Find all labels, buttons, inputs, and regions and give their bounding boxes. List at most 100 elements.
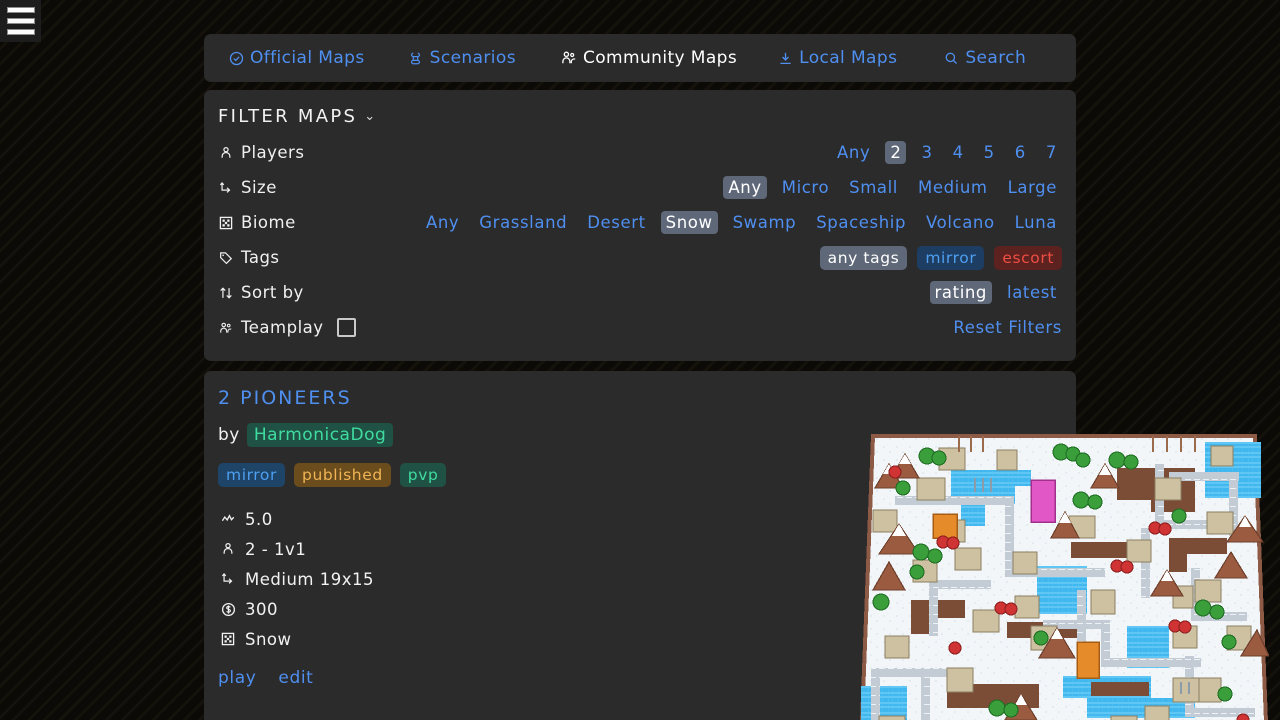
nav-item-label: Official Maps: [250, 48, 365, 68]
filter-row-sort-by: Sort by rating latest: [216, 275, 1062, 310]
size-option-any[interactable]: Any: [723, 176, 767, 199]
size-option-micro[interactable]: Micro: [777, 176, 834, 199]
map-author-name[interactable]: HarmonicaDog: [246, 423, 394, 447]
filter-label-text: Size: [241, 178, 277, 197]
filter-row-players: Players Any 2 3 4 5 6 7: [216, 135, 1062, 170]
map-card-actions: play edit: [218, 668, 656, 688]
tag-icon: [218, 250, 233, 265]
nav-item-label: Search: [965, 48, 1027, 68]
search-icon: [943, 50, 959, 66]
nav-item-label: Local Maps: [799, 48, 898, 68]
money-icon: [220, 601, 236, 617]
command-icon: [408, 50, 424, 66]
people-icon: [561, 50, 577, 66]
filter-options-biome: Any Grassland Desert Snow Swamp Spaceshi…: [421, 211, 1062, 234]
filter-label-tags: Tags: [216, 248, 280, 267]
filter-options-tags: any tags mirror escort: [819, 245, 1062, 270]
tag-filter-any-tags[interactable]: any tags: [819, 245, 908, 270]
map-stat-value: Snow: [245, 629, 292, 649]
main-menu-button[interactable]: [0, 0, 41, 42]
filter-label-text: Biome: [241, 213, 296, 232]
filter-label-biome: Biome: [216, 213, 296, 232]
play-button[interactable]: play: [218, 668, 256, 688]
map-tag-list: mirror published pvp: [218, 463, 656, 487]
filter-options-sort-by: rating latest: [929, 281, 1062, 304]
players-option-3[interactable]: 3: [916, 141, 937, 164]
filter-label-players: Players: [216, 143, 304, 162]
nav-item-search[interactable]: Search: [933, 44, 1036, 72]
filter-row-biome: Biome Any Grassland Desert Snow Swamp Sp…: [216, 205, 1062, 240]
map-stat-funds: 300: [218, 594, 656, 624]
map-title[interactable]: 2 PIONEERS: [218, 387, 352, 409]
players-option-any[interactable]: Any: [832, 141, 875, 164]
sort-option-rating[interactable]: rating: [929, 281, 993, 304]
biome-option-spaceship[interactable]: Spaceship: [811, 211, 911, 234]
main-navigation: Official Maps Scenarios Community Maps L…: [204, 34, 1076, 82]
grid-icon: [220, 631, 236, 647]
players-option-4[interactable]: 4: [948, 141, 969, 164]
players-option-6[interactable]: 6: [1010, 141, 1031, 164]
map-card-info: 2 PIONEERS by HarmonicaDog mirror publis…: [216, 385, 656, 717]
map-tag-mirror[interactable]: mirror: [218, 463, 285, 487]
map-thumbnail[interactable]: [855, 430, 1269, 720]
biome-option-swamp[interactable]: Swamp: [728, 211, 802, 234]
map-stat-value: 2 - 1v1: [245, 539, 307, 559]
people-icon: [218, 320, 233, 335]
chevron-down-icon: ⌄: [364, 109, 378, 124]
map-stat-value: 5.0: [245, 509, 273, 529]
filter-maps-header[interactable]: FILTER MAPS ⌄: [218, 106, 377, 127]
sort-option-latest[interactable]: latest: [1002, 281, 1062, 304]
map-stat-biome: Snow: [218, 624, 656, 654]
filter-label-text: Tags: [241, 248, 280, 267]
filter-row-tags: Tags any tags mirror escort: [216, 240, 1062, 275]
grid-icon: [218, 215, 233, 230]
reset-filters-button[interactable]: Reset Filters: [953, 318, 1062, 337]
players-option-2[interactable]: 2: [885, 141, 907, 164]
nav-item-label: Community Maps: [582, 48, 738, 68]
person-icon: [220, 541, 236, 557]
resize-icon: [220, 571, 236, 587]
edit-button[interactable]: edit: [278, 668, 313, 688]
filter-options-players: Any 2 3 4 5 6 7: [832, 141, 1062, 164]
hamburger-icon-bar: [6, 7, 35, 13]
sort-icon: [218, 285, 233, 300]
filter-label-size: Size: [216, 178, 277, 197]
teamplay-checkbox[interactable]: [336, 318, 356, 337]
map-tag-published[interactable]: published: [294, 463, 391, 487]
size-option-large[interactable]: Large: [1003, 176, 1062, 199]
hamburger-icon-bar: [6, 29, 35, 35]
biome-option-snow[interactable]: Snow: [660, 211, 718, 234]
filter-label-text: Players: [241, 143, 305, 162]
filter-options-size: Any Micro Small Medium Large: [723, 176, 1062, 199]
map-tag-pvp[interactable]: pvp: [399, 463, 447, 487]
nav-item-community-maps[interactable]: Community Maps: [551, 44, 747, 72]
nav-item-local-maps[interactable]: Local Maps: [767, 44, 907, 72]
biome-option-luna[interactable]: Luna: [1010, 211, 1062, 234]
nav-item-label: Scenarios: [429, 48, 516, 68]
map-stat-players: 2 - 1v1: [218, 534, 656, 564]
map-stat-value: 300: [245, 599, 278, 619]
filter-label-text: Teamplay: [241, 318, 324, 337]
nav-item-scenarios[interactable]: Scenarios: [398, 44, 526, 72]
players-option-5[interactable]: 5: [979, 141, 1000, 164]
nav-item-official-maps[interactable]: Official Maps: [218, 44, 375, 72]
map-author-row: by HarmonicaDog: [218, 423, 656, 447]
tag-filter-escort[interactable]: escort: [994, 245, 1062, 270]
tag-filter-mirror[interactable]: mirror: [917, 245, 985, 270]
filter-label-teamplay: Teamplay: [216, 318, 324, 337]
size-option-medium[interactable]: Medium: [913, 176, 993, 199]
filter-row-size: Size Any Micro Small Medium Large: [216, 170, 1062, 205]
biome-option-volcano[interactable]: Volcano: [921, 211, 1000, 234]
filter-label-sort-by: Sort by: [216, 283, 304, 302]
filter-row-teamplay: Teamplay Reset Filters: [216, 310, 1062, 345]
filter-reset-wrap: Reset Filters: [953, 318, 1062, 337]
biome-option-any[interactable]: Any: [421, 211, 464, 234]
hamburger-icon-bar: [6, 18, 35, 24]
biome-option-grassland[interactable]: Grassland: [474, 211, 572, 234]
page-content: Official Maps Scenarios Community Maps L…: [204, 34, 1269, 720]
size-option-small[interactable]: Small: [844, 176, 903, 199]
map-stat-size: Medium 19x15: [218, 564, 656, 594]
players-option-7[interactable]: 7: [1041, 141, 1062, 164]
by-label: by: [218, 425, 240, 445]
biome-option-desert[interactable]: Desert: [582, 211, 650, 234]
